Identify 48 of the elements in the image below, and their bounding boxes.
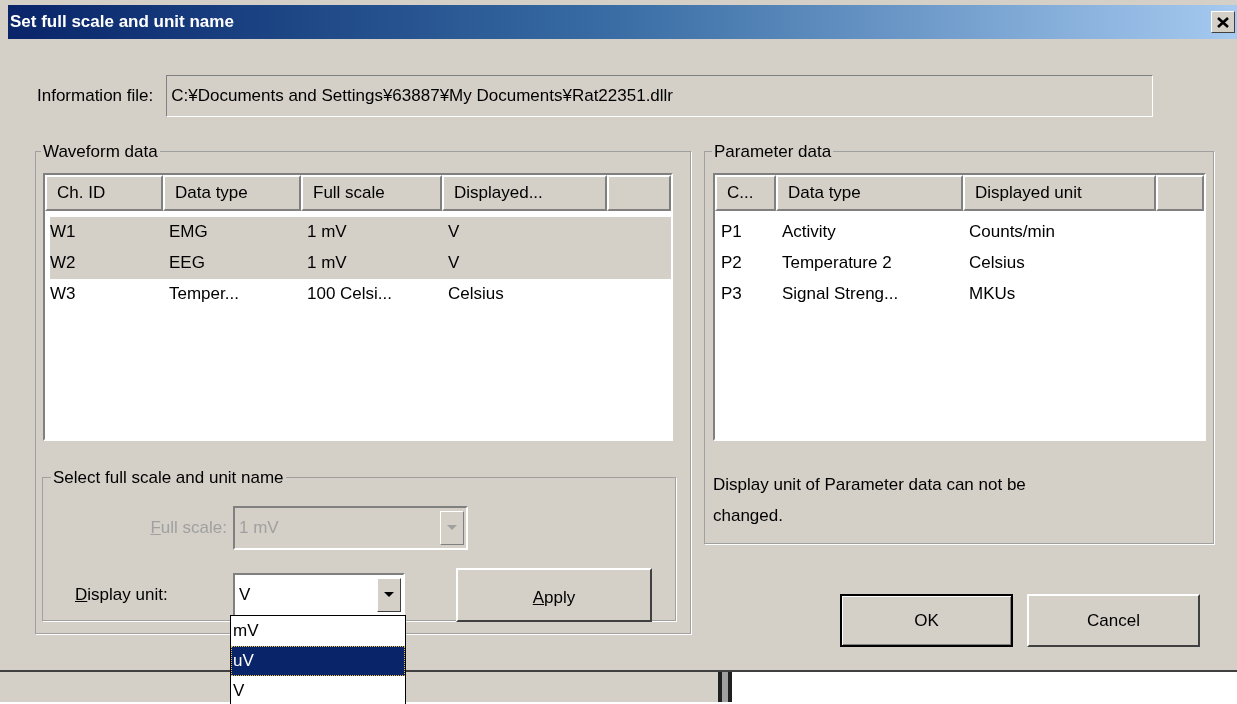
column-header[interactable]: Full scale (301, 174, 442, 211)
field-label: Information file: (37, 85, 154, 108)
ok-button[interactable]: OK (840, 594, 1013, 647)
table-cell-text: W3 (50, 283, 77, 306)
table-cell-text: P3 (721, 283, 743, 306)
group-title: Waveform data (42, 141, 159, 163)
table-cell-text: 100 Celsi... (306, 283, 394, 306)
table-cell-text: Celsius (447, 283, 505, 306)
table-cell-text: MKUs (968, 283, 1017, 306)
cancel-button[interactable]: Cancel (1027, 594, 1200, 647)
dropdown-option[interactable]: V (231, 676, 405, 704)
table-cell-text: V (447, 221, 461, 244)
table-cell-text: P2 (721, 252, 743, 275)
table-cell-text: Activity (781, 221, 837, 244)
table-cell-text: Signal Streng... (781, 283, 900, 306)
table-cell-text: Temperature 2 (781, 252, 893, 275)
table-cell-text: Temper... (168, 283, 240, 306)
table-cell-text: EEG (168, 252, 206, 275)
column-header[interactable]: Ch. ID (45, 174, 163, 211)
table-cell-text: Counts/min (968, 221, 1056, 244)
file-path-field: C:¥Documents and Settings¥63887¥My Documents¥Rat22351.dllr (166, 75, 1154, 117)
column-header[interactable]: Data type (776, 174, 963, 211)
table-cell-text: V (447, 252, 461, 275)
field-label: Display unit: (74, 584, 169, 607)
column-header[interactable]: Displayed unit (963, 174, 1156, 211)
table-cell-text: 1 mV (306, 221, 348, 244)
selected-row[interactable]: W1 EMG 1 mV V (50, 216, 671, 248)
window-title: Set full scale and unit name (10, 11, 234, 34)
dropdown-option[interactable]: uV (231, 646, 405, 676)
window-border (718, 672, 732, 702)
table-cell-text: W2 (50, 252, 77, 275)
group-title: Select full scale and unit name (52, 466, 285, 489)
column-header[interactable]: C... (715, 174, 776, 211)
dropdown-option[interactable]: mV (231, 616, 405, 646)
column-header[interactable]: Data type (163, 174, 301, 211)
close-icon (1217, 16, 1229, 28)
group-title: Parameter data (713, 141, 833, 163)
info-text: Display unit of Parameter data can not be changed. (713, 473, 1027, 527)
table-cell-text: P1 (721, 221, 743, 244)
table-cell-text: EMG (168, 221, 209, 244)
column-header[interactable]: Displayed... (442, 174, 607, 211)
table-cell-text: 1 mV (306, 252, 348, 275)
close-button[interactable] (1211, 11, 1235, 33)
apply-button[interactable]: Apply (456, 568, 652, 622)
table-cell-text: W1 (50, 221, 77, 244)
display-unit-dropdown[interactable]: V (233, 573, 405, 617)
table-cell-text: Celsius (968, 252, 1026, 275)
selected-row[interactable]: W2 EEG 1 mV V (50, 247, 671, 279)
